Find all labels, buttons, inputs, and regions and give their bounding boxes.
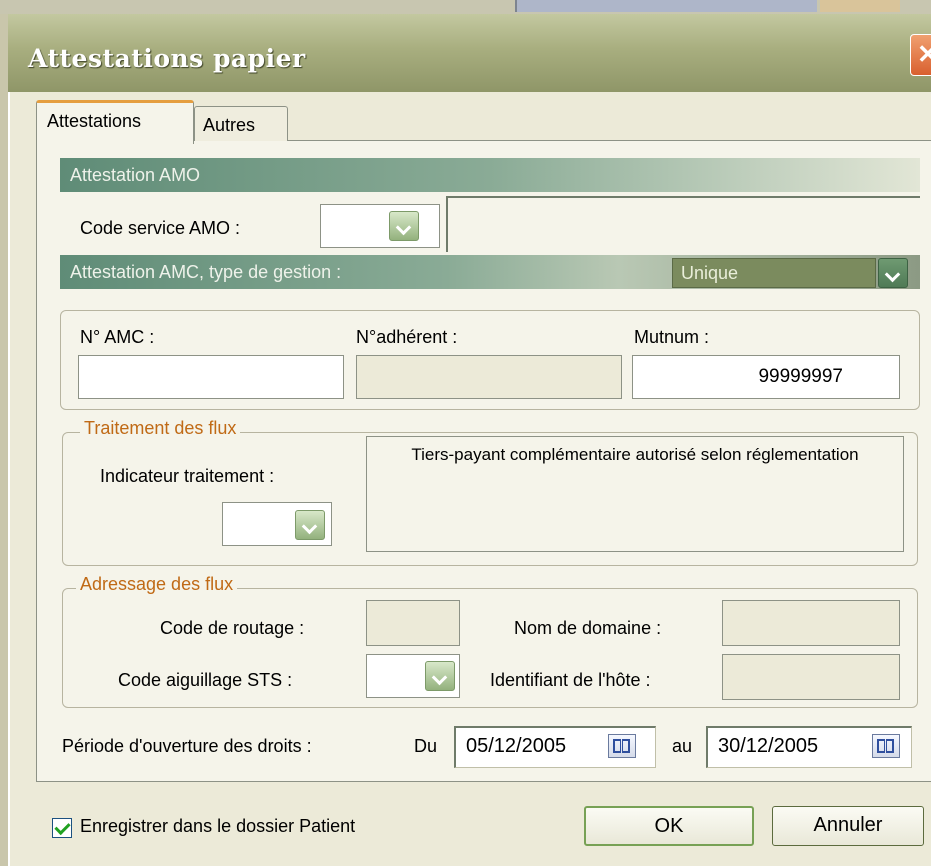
- periode-label: Période d'ouverture des droits :: [62, 736, 312, 756]
- type-gestion-select[interactable]: Unique: [672, 258, 876, 288]
- save-to-patient-checkbox[interactable]: [52, 818, 72, 838]
- window-title: Attestations papier: [28, 44, 306, 73]
- nom-domaine-label: Nom de domaine :: [514, 618, 662, 638]
- service-description-field: [446, 196, 920, 252]
- calendar-icon[interactable]: [608, 734, 636, 758]
- code-routage-input[interactable]: [366, 600, 460, 646]
- indicateur-traitement-select[interactable]: [222, 502, 332, 546]
- ok-button[interactable]: OK: [584, 806, 754, 846]
- num-adherent-label: N°adhérent :: [356, 327, 458, 347]
- background-window-edge: [820, 0, 900, 12]
- amo-section-header: Attestation AMO: [60, 158, 920, 192]
- close-button[interactable]: ✕: [910, 34, 931, 76]
- tab-label: Autres: [203, 115, 256, 135]
- chevron-down-icon[interactable]: [389, 211, 419, 241]
- date-du-value: 05/12/2005: [466, 735, 567, 757]
- traitement-description: Tiers-payant complémentaire autorisé sel…: [366, 436, 904, 552]
- adressage-flux-legend: Adressage des flux: [76, 574, 238, 595]
- cancel-button[interactable]: Annuler: [772, 806, 924, 846]
- identifiant-hote-input[interactable]: [722, 654, 900, 700]
- traitement-flux-legend: Traitement des flux: [80, 418, 241, 439]
- mutnum-input[interactable]: 99999997: [632, 355, 900, 399]
- chevron-down-icon[interactable]: [425, 661, 455, 691]
- code-aiguillage-select[interactable]: [366, 654, 460, 698]
- tab-autres[interactable]: Autres: [194, 106, 288, 141]
- indicateur-traitement-label: Indicateur traitement :: [100, 466, 275, 486]
- periode-au-label: au: [672, 736, 693, 756]
- num-amc-label: N° AMC :: [80, 327, 155, 347]
- num-amc-input[interactable]: [78, 355, 344, 399]
- code-service-amo-select[interactable]: [320, 204, 440, 248]
- save-to-patient-label[interactable]: Enregistrer dans le dossier Patient: [80, 816, 355, 837]
- tab-attestations[interactable]: Attestations: [36, 100, 194, 144]
- date-au-value: 30/12/2005: [718, 735, 819, 757]
- background-window-edge: [515, 0, 817, 12]
- close-icon: ✕: [917, 39, 931, 69]
- date-au-input[interactable]: 30/12/2005: [706, 726, 912, 768]
- date-du-input[interactable]: 05/12/2005: [454, 726, 656, 768]
- code-aiguillage-label: Code aiguillage STS :: [118, 670, 293, 690]
- code-routage-label: Code de routage :: [160, 618, 305, 638]
- tab-label: Attestations: [47, 111, 142, 131]
- checkmark-icon: [54, 818, 71, 836]
- mutnum-label: Mutnum :: [634, 327, 710, 347]
- amc-header-label: Attestation AMC, type de gestion :: [70, 262, 342, 282]
- periode-du-label: Du: [414, 736, 438, 756]
- nom-domaine-input[interactable]: [722, 600, 900, 646]
- code-service-amo-label: Code service AMO :: [80, 218, 241, 238]
- chevron-down-icon[interactable]: [878, 258, 908, 288]
- chevron-down-icon[interactable]: [295, 510, 325, 540]
- calendar-icon[interactable]: [872, 734, 900, 758]
- num-adherent-input[interactable]: [356, 355, 622, 399]
- identifiant-hote-label: Identifiant de l'hôte :: [490, 670, 651, 690]
